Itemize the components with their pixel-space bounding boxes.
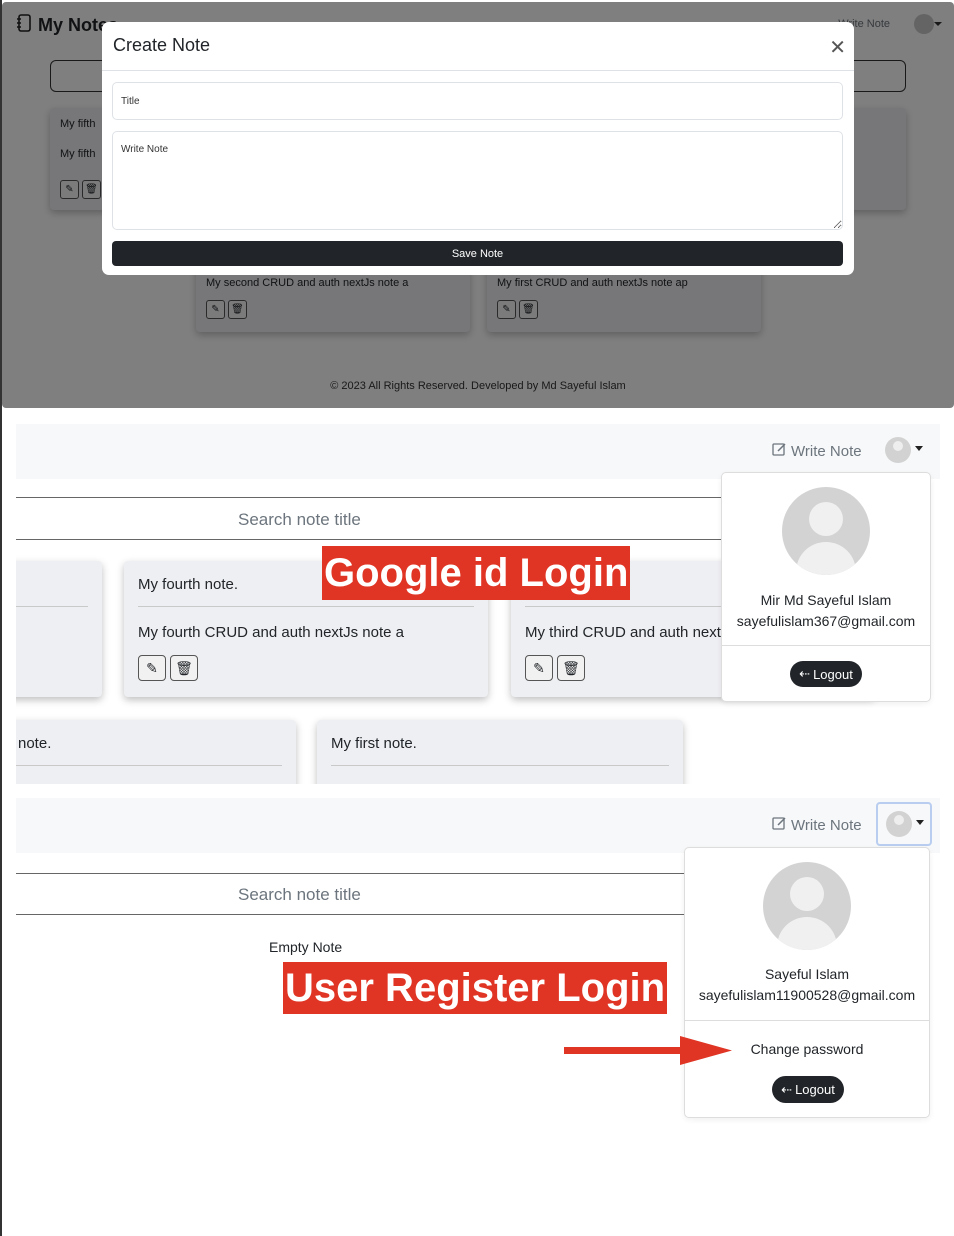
google-login-screen: Write Note Search note title My fourth n… — [16, 424, 954, 784]
note-textarea[interactable] — [112, 131, 843, 230]
user-register-login-label: User Register Login — [283, 962, 668, 1014]
close-icon[interactable]: ✕ — [829, 35, 846, 60]
user-name: Sayeful Islam — [764, 966, 850, 982]
dropdown-divider — [722, 645, 930, 646]
empty-note-text: Empty Note — [269, 939, 343, 955]
title-input[interactable] — [112, 82, 843, 120]
user-dropdown: Sayeful Islam sayefulislam11900528@gmail… — [684, 847, 930, 1118]
note-title: My first note. — [331, 735, 417, 752]
write-note-link[interactable]: Write Note — [772, 816, 862, 835]
logout-label: Logout — [813, 666, 853, 682]
search-input[interactable]: Search note title — [238, 510, 361, 530]
google-login-label: Google id Login — [322, 546, 631, 600]
user-email: sayefulislam367@gmail.com — [736, 613, 916, 629]
write-note-link[interactable]: Write Note — [772, 442, 862, 461]
search-border-bottom — [16, 914, 696, 915]
modal-header: Create Note ✕ — [102, 22, 854, 71]
edit-icon[interactable]: ✎ — [138, 655, 166, 681]
search-border-top — [16, 497, 736, 498]
chevron-down-icon[interactable] — [915, 446, 923, 451]
note-card: My first note. — [317, 720, 683, 784]
avatar-toggle-button[interactable] — [876, 802, 932, 846]
create-note-modal: Create Note ✕ Save Note — [102, 22, 854, 275]
user-email: sayefulislam11900528@gmail.com — [698, 987, 916, 1003]
logout-button[interactable]: ⇠ Logout — [790, 661, 862, 687]
user-name: Mir Md Sayeful Islam — [760, 592, 892, 608]
avatar[interactable] — [885, 437, 911, 463]
create-note-screen: My Notes Write Note My fifth My fifth ✎ … — [2, 2, 954, 408]
user-register-login-screen: Write Note Search note title Empty Note … — [16, 798, 954, 1128]
pencil-square-icon — [772, 816, 787, 835]
logout-label: Logout — [795, 1082, 835, 1097]
save-note-button[interactable]: Save Note — [112, 241, 843, 266]
chevron-down-icon — [916, 820, 924, 825]
navbar: Write Note — [16, 424, 940, 479]
modal-title: Create Note — [113, 35, 211, 55]
note-body: My third CRUD and auth nextJs — [525, 624, 736, 641]
user-avatar-icon — [763, 862, 851, 950]
note-body: My fourth CRUD and auth nextJs note a — [138, 624, 404, 641]
user-avatar-icon — [782, 487, 870, 575]
search-border-top — [16, 873, 696, 874]
dropdown-divider — [685, 1020, 929, 1021]
logout-icon: ⇠ — [799, 666, 811, 681]
note-title: note. — [18, 735, 52, 752]
logout-button[interactable]: ⇠ Logout — [772, 1076, 844, 1103]
write-note-label: Write Note — [791, 443, 862, 460]
note-card — [16, 561, 102, 697]
avatar — [886, 811, 912, 837]
navbar: Write Note — [16, 798, 940, 853]
search-border-bottom — [16, 539, 736, 540]
trash-icon[interactable]: 🗑 — [557, 655, 585, 681]
note-card: note. — [16, 720, 296, 784]
write-note-label: Write Note — [791, 817, 862, 834]
user-dropdown: Mir Md Sayeful Islam sayefulislam367@gma… — [721, 472, 931, 702]
logout-icon: ⇠ — [781, 1081, 793, 1097]
search-input[interactable]: Search note title — [238, 885, 361, 905]
trash-icon[interactable]: 🗑 — [170, 655, 198, 681]
edit-icon[interactable]: ✎ — [525, 655, 553, 681]
note-title: My fourth note. — [138, 576, 239, 593]
arrow-annotation-icon — [564, 1036, 732, 1065]
pencil-square-icon — [772, 442, 787, 461]
